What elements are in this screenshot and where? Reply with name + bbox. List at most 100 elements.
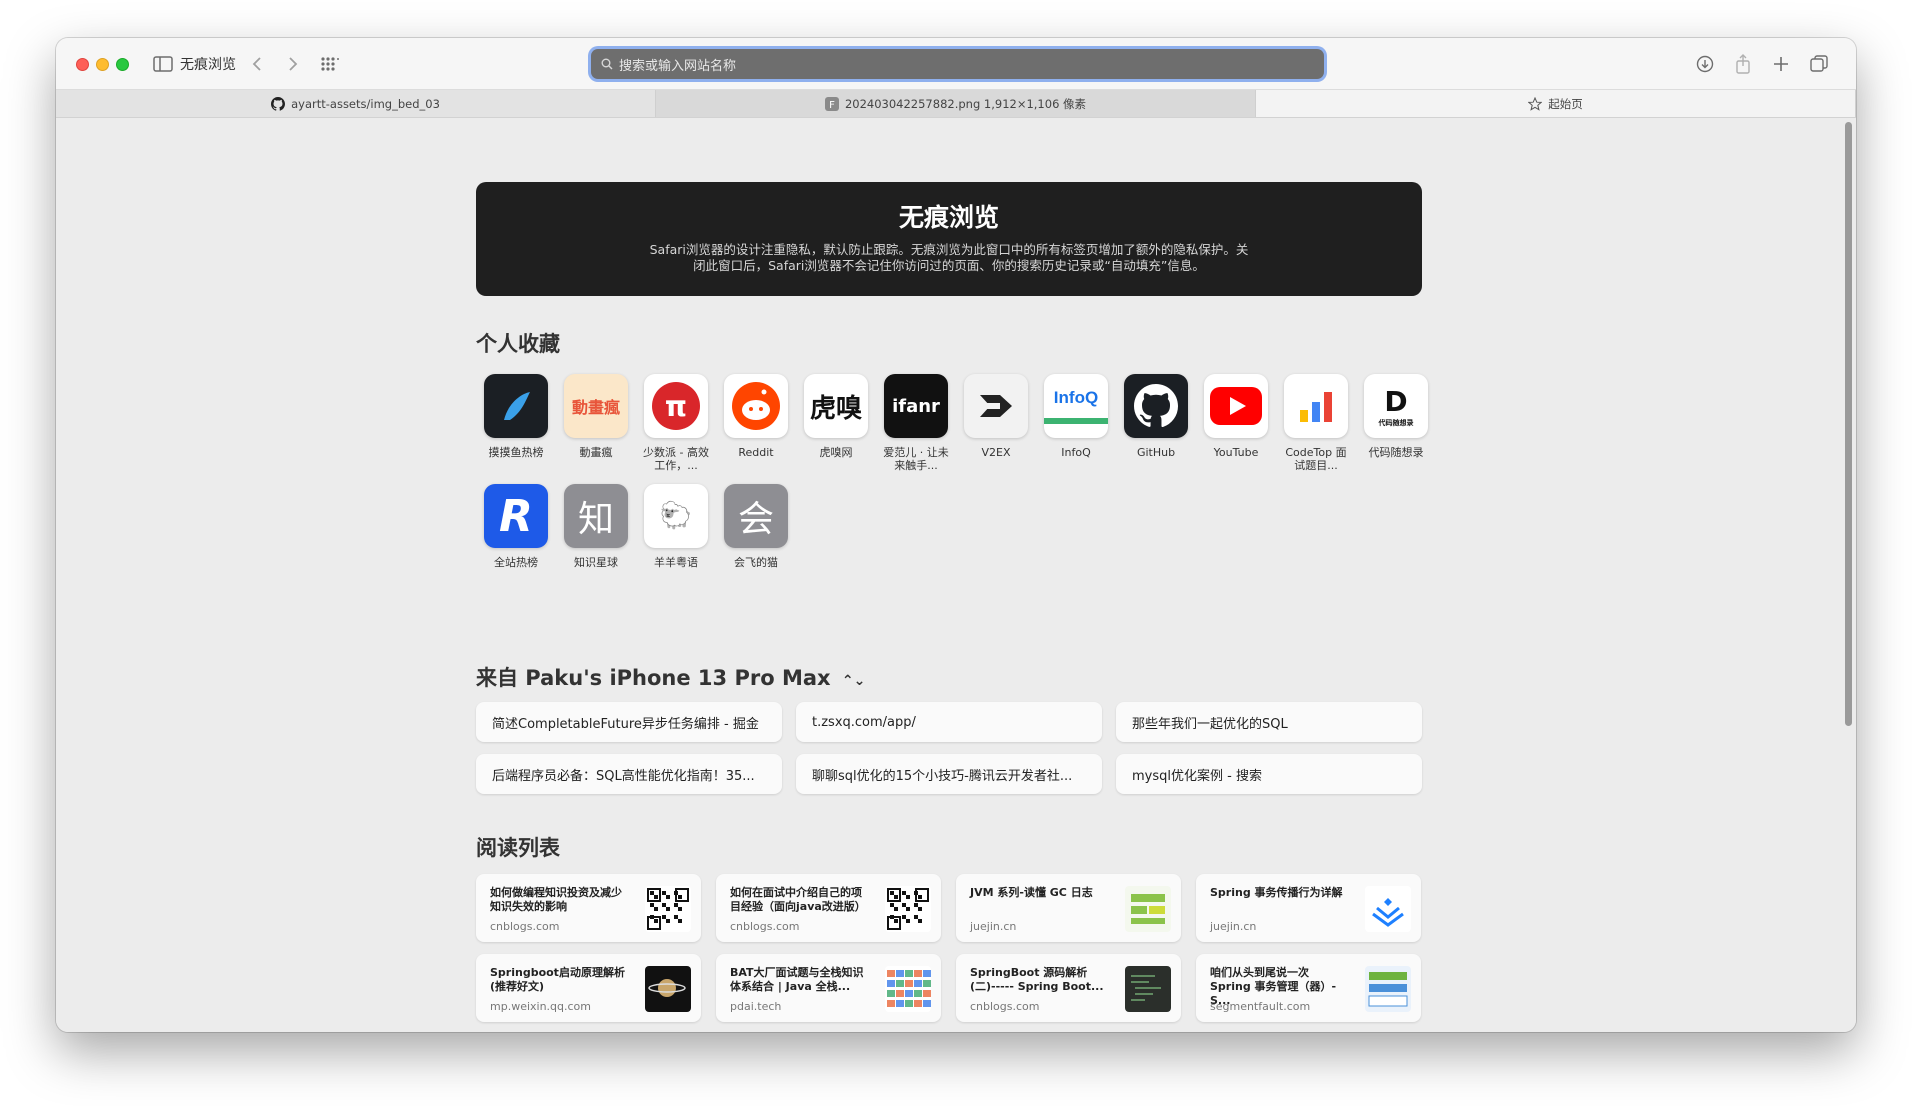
icloud-tab-card[interactable]: t.zsxq.com/app/ <box>796 702 1102 742</box>
favorite-icon <box>724 374 788 438</box>
reading-list-item[interactable]: Spring 事务传播行为详解 juejin.cn <box>1196 874 1421 942</box>
reading-list-item[interactable]: BAT大厂面试题与全栈知识体系结合 | Java 全栈... pdai.tech <box>716 954 941 1022</box>
reading-item-title: Springboot启动原理解析(推荐好文) <box>490 966 625 993</box>
favorite-label: 爱范儿 · 让未来触手... <box>883 446 949 472</box>
minimize-window-button[interactable] <box>96 58 109 71</box>
reading-item-title: JVM 系列-读懂 GC 日志 <box>970 886 1093 899</box>
icloud-tabs-title[interactable]: 来自 Paku's iPhone 13 Pro Max ⌃⌄ <box>476 662 865 692</box>
favorite-item[interactable]: 動畫瘋 動畫瘋 <box>556 374 636 474</box>
tab-bar: ayartt-assets/img_bed_03 F 2024030422578… <box>56 90 1856 118</box>
reading-list-item[interactable]: 咱们从头到尾说一次 Spring 事务管理（器）- S... segmentfau… <box>1196 954 1421 1022</box>
chevron-updown-icon[interactable]: ⌃⌄ <box>842 673 865 689</box>
reading-item-thumbnail <box>1125 886 1171 932</box>
favorite-item[interactable]: ifanr 爱范儿 · 让未来触手... <box>876 374 956 474</box>
reading-item-domain: pdai.tech <box>730 1000 782 1013</box>
favorite-item[interactable]: R 全站热榜 <box>476 484 556 584</box>
tab-image[interactable]: F 202403042257882.png 1,912×1,106 像素 <box>656 90 1256 117</box>
icloud-tabs-device: 来自 Paku's iPhone 13 Pro Max <box>476 666 831 690</box>
favorite-item[interactable]: 会会飞的猫 <box>716 484 796 584</box>
reading-item-thumbnail <box>645 966 691 1012</box>
downloads-icon[interactable] <box>1694 51 1716 77</box>
zoom-window-button[interactable] <box>116 58 129 71</box>
reading-item-thumbnail <box>885 966 931 1012</box>
reading-list-item[interactable]: 如何在面试中介绍自己的项目经验（面向java改进版） cnblogs.com <box>716 874 941 942</box>
icloud-tab-card[interactable]: 聊聊sql优化的15个小技巧-腾讯云开发者社... <box>796 754 1102 794</box>
favorite-item[interactable]: D 代码随想录 代码随想录 <box>1356 374 1436 474</box>
tab-label: ayartt-assets/img_bed_03 <box>291 96 440 111</box>
favorite-label: InfoQ <box>1061 446 1091 459</box>
icloud-tab-card[interactable]: 那些年我们一起优化的SQL <box>1116 702 1422 742</box>
reading-item-domain: mp.weixin.qq.com <box>490 1000 592 1013</box>
favorite-icon <box>1124 374 1188 438</box>
icloud-tab-card[interactable]: mysql优化案例 - 搜索 <box>1116 754 1422 794</box>
favorite-item[interactable]: 虎嗅 虎嗅网 <box>796 374 876 474</box>
search-icon <box>601 55 613 74</box>
favorite-icon: 🐑 <box>644 484 708 548</box>
favorite-icon <box>484 374 548 438</box>
favorite-item[interactable]: YouTube <box>1196 374 1276 474</box>
banner-description: Safari浏览器的设计注重隐私，默认防止跟踪。无痕浏览为此窗口中的所有标签页增… <box>649 242 1249 273</box>
window-title: 无痕浏览 <box>180 57 236 73</box>
private-browsing-banner: 无痕浏览 Safari浏览器的设计注重隐私，默认防止跟踪。无痕浏览为此窗口中的所… <box>476 182 1422 296</box>
icloud-tab-card[interactable]: 简述CompletableFuture异步任务编排 - 掘金 <box>476 702 782 742</box>
reading-item-thumbnail <box>885 886 931 932</box>
reading-item-title: 如何在面试中介绍自己的项目经验（面向java改进版） <box>730 886 866 913</box>
favorite-item[interactable]: π 少数派 - 高效工作，... <box>636 374 716 474</box>
favorite-icon: R <box>484 484 548 548</box>
reading-item-title: Spring 事务传播行为详解 <box>1210 886 1343 899</box>
share-icon[interactable] <box>1732 51 1754 77</box>
favorite-icon <box>964 374 1028 438</box>
reading-item-domain: juejin.cn <box>1210 920 1257 933</box>
favorite-item[interactable]: InfoQ InfoQ <box>1036 374 1116 474</box>
tab-label: 起始页 <box>1548 96 1583 111</box>
favorite-label: 会飞的猫 <box>734 556 778 569</box>
reading-item-domain: cnblogs.com <box>490 920 560 933</box>
favorite-icon: 虎嗅 <box>804 374 868 438</box>
favorite-icon: 知 <box>564 484 628 548</box>
reading-item-title: SpringBoot 源码解析 (二)----- Spring Boot... <box>970 966 1104 993</box>
github-icon <box>271 96 286 111</box>
tab-overview-icon[interactable] <box>1808 51 1830 77</box>
favorite-item[interactable]: Reddit <box>716 374 796 474</box>
sidebar-toggle-icon[interactable] <box>152 51 174 77</box>
favorite-item[interactable]: CodeTop 面试题目... <box>1276 374 1356 474</box>
banner-title: 无痕浏览 <box>898 203 999 232</box>
tab-label: 202403042257882.png 1,912×1,106 像素 <box>844 96 1087 111</box>
favorite-item[interactable]: 🐑 羊羊粤语 <box>636 484 716 584</box>
reading-list-item[interactable]: SpringBoot 源码解析 (二)----- Spring Boot... c… <box>956 954 1181 1022</box>
favorite-label: 代码随想录 <box>1368 446 1424 459</box>
tab-github[interactable]: ayartt-assets/img_bed_03 <box>56 90 656 117</box>
tab-overview-grid-icon[interactable] <box>320 51 340 77</box>
favorite-label: 少数派 - 高效工作，... <box>643 446 709 472</box>
favorite-label: CodeTop 面试题目... <box>1285 446 1347 472</box>
icloud-tab-card[interactable]: 后端程序员必备：SQL高性能优化指南！35... <box>476 754 782 794</box>
start-page: 无痕浏览 Safari浏览器的设计注重隐私，默认防止跟踪。无痕浏览为此窗口中的所… <box>56 118 1856 1032</box>
favorite-item[interactable]: 摸摸鱼热榜 <box>476 374 556 474</box>
favorite-label: V2EX <box>981 446 1011 459</box>
favorite-icon <box>1204 374 1268 438</box>
reading-list-title: 阅读列表 <box>476 836 560 860</box>
favorite-label: 動畫瘋 <box>579 446 613 459</box>
star-icon <box>1528 96 1543 111</box>
forward-icon[interactable] <box>284 51 302 77</box>
favorite-item[interactable]: 知知识星球 <box>556 484 636 584</box>
back-icon[interactable] <box>248 51 266 77</box>
favorite-item[interactable]: GitHub <box>1116 374 1196 474</box>
reading-list-item[interactable]: JVM 系列-读懂 GC 日志 juejin.cn <box>956 874 1181 942</box>
reading-item-domain: cnblogs.com <box>730 920 800 933</box>
reading-item-title: BAT大厂面试题与全栈知识体系结合 | Java 全栈... <box>730 966 864 993</box>
close-window-button[interactable] <box>76 58 89 71</box>
address-bar[interactable]: 搜索或输入网站名称 <box>591 49 1324 79</box>
file-icon: F <box>824 96 839 111</box>
reading-item-domain: cnblogs.com <box>970 1000 1040 1013</box>
favorite-item[interactable]: V2EX <box>956 374 1036 474</box>
reading-list-item[interactable]: Springboot启动原理解析(推荐好文) mp.weixin.qq.com <box>476 954 701 1022</box>
tab-start-page[interactable]: 起始页 <box>1256 90 1856 117</box>
reading-list-item[interactable]: 如何做编程知识投资及减少知识失效的影响 cnblogs.com <box>476 874 701 942</box>
scrollbar[interactable] <box>1845 122 1852 726</box>
favorite-label: GitHub <box>1136 446 1176 459</box>
reading-item-domain: segmentfault.com <box>1210 1000 1311 1013</box>
new-tab-icon[interactable] <box>1770 51 1792 77</box>
favorite-label: YouTube <box>1213 446 1259 459</box>
favorite-icon: InfoQ <box>1044 374 1108 438</box>
